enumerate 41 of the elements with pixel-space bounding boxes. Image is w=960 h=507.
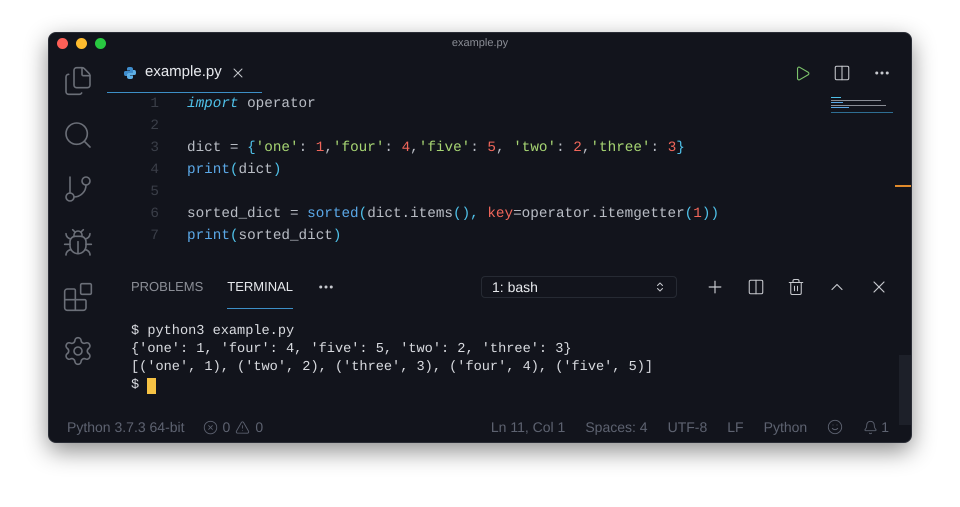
smiley-icon[interactable] <box>827 419 844 435</box>
code-line: print(sorted_dict) <box>187 227 342 246</box>
notification-count: 1 <box>881 418 889 436</box>
window-title: example.py <box>452 36 508 51</box>
terminal-line: $ python3 example.py <box>131 322 294 341</box>
terminal-line: $ <box>131 376 140 395</box>
minimize-window-icon[interactable] <box>76 38 87 48</box>
editor-tab[interactable]: example.py <box>107 53 262 93</box>
split-editor-icon[interactable] <box>833 64 851 82</box>
code-line: print(dict) <box>187 161 282 180</box>
terminal-line: {'one': 1, 'four': 4, 'five': 5, 'two': 2, 'three': 3} <box>131 340 572 359</box>
code-line: import operator <box>187 95 316 114</box>
panel-tab[interactable]: TERMINAL <box>227 265 293 309</box>
terminal-line: [('one', 1), ('two', 2), ('three', 3), ('four', 4), ('five', 5)] <box>131 358 654 377</box>
panel-tab[interactable]: PROBLEMS <box>131 265 204 309</box>
run-icon[interactable] <box>794 64 811 82</box>
updown-icon <box>654 281 666 293</box>
indent-status[interactable]: Spaces: 4 <box>585 416 648 438</box>
split-terminal-icon[interactable] <box>747 278 765 296</box>
language-status[interactable]: Python <box>764 416 808 438</box>
cursor-position[interactable]: Ln 11, Col 1 <box>490 416 566 438</box>
eol-status[interactable]: LF <box>727 416 744 438</box>
cursor <box>147 378 156 394</box>
zoom-window-icon[interactable] <box>95 38 106 48</box>
code-line: sorted_dict = sorted(dict.items(), key=operator.itemgetter(1)) <box>187 205 720 224</box>
warning-icon <box>235 420 250 434</box>
terminal-select[interactable]: 1: bash <box>481 276 677 298</box>
close-window-icon[interactable] <box>57 38 68 48</box>
encoding-status[interactable]: UTF-8 <box>668 416 708 438</box>
scrollbar <box>899 355 911 425</box>
warning-count[interactable]: 0 <box>255 416 264 438</box>
extensions-icon[interactable] <box>62 281 94 313</box>
error-count[interactable]: 0 <box>222 416 230 438</box>
scrollbar-marker <box>895 185 911 187</box>
python-icon <box>123 66 137 80</box>
error-icon <box>202 420 218 434</box>
trash-icon[interactable] <box>787 278 805 296</box>
code-line: dict = {'one': 1,'four': 4,'five': 5, 'two': 2,'three': 3} <box>187 139 685 158</box>
files-icon[interactable] <box>62 65 94 97</box>
interpreter-status[interactable]: Python 3.7.3 64-bit <box>67 416 185 438</box>
bell-icon[interactable] <box>863 420 878 434</box>
